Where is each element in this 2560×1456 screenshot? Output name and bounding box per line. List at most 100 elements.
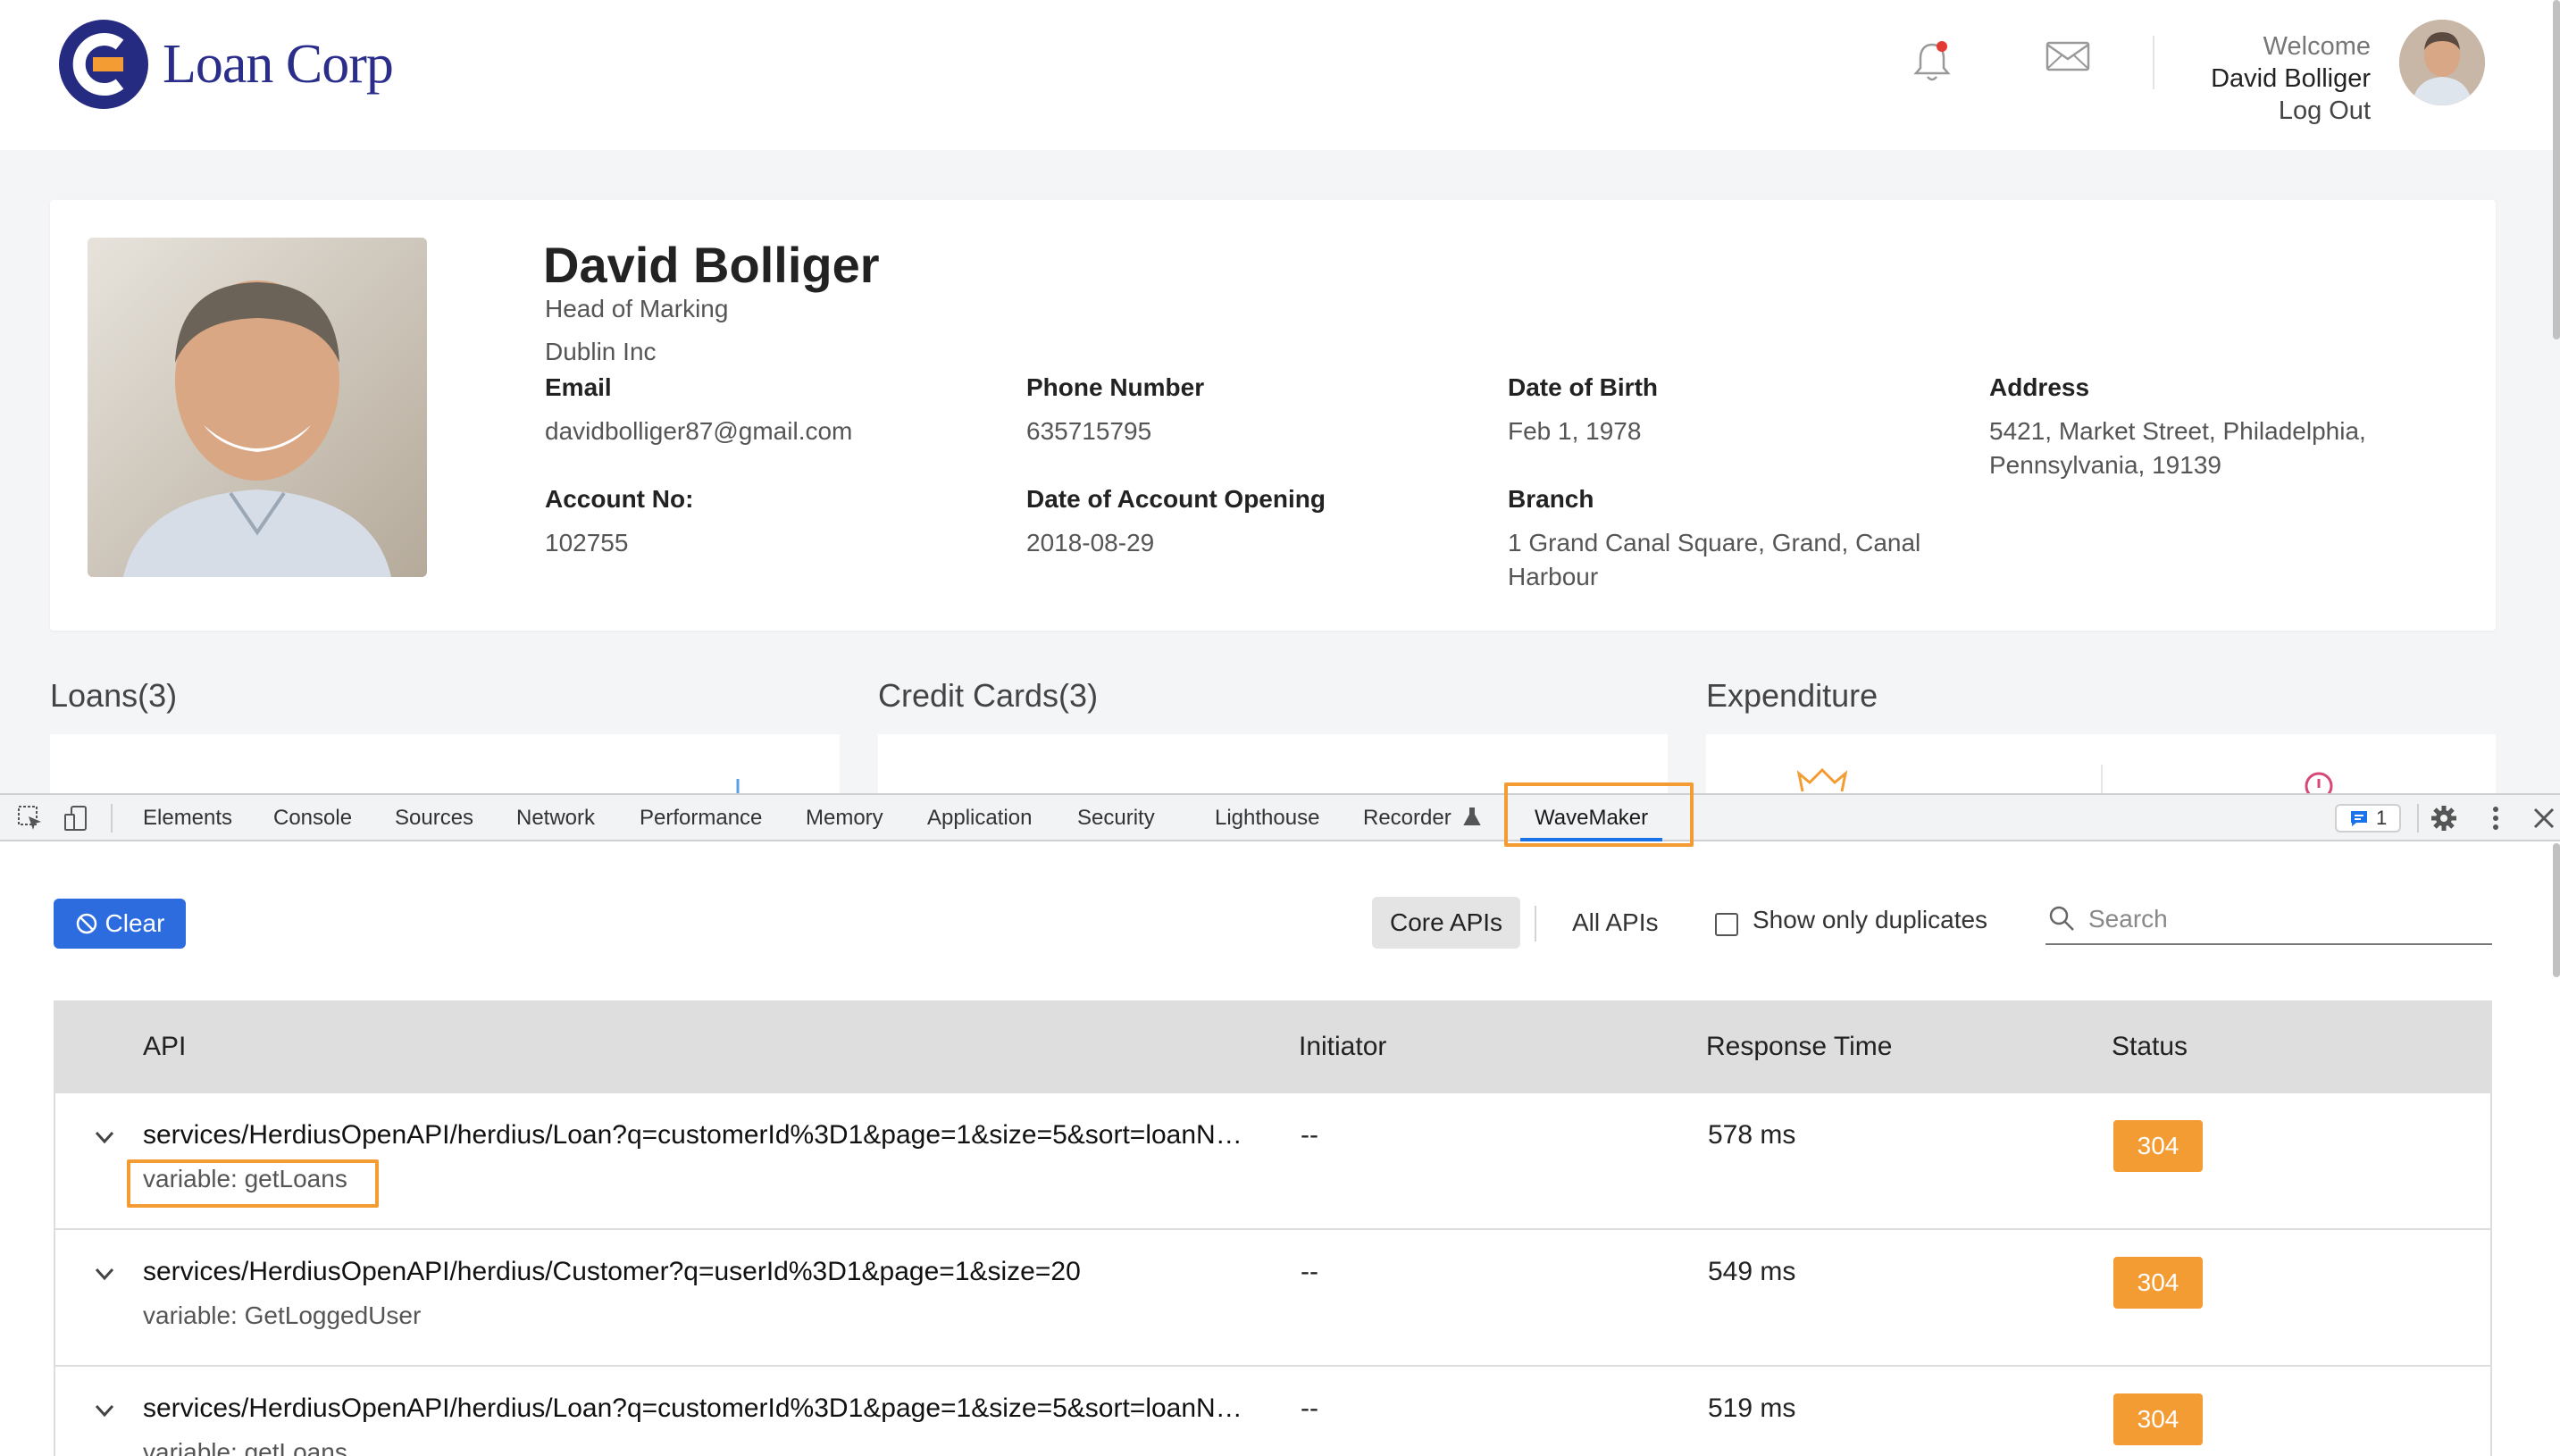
- initiator-column-header[interactable]: Initiator: [1299, 1000, 1386, 1093]
- search-input[interactable]: [2088, 899, 2481, 940]
- tab-application[interactable]: Application: [927, 795, 1032, 841]
- chevron-down-icon[interactable]: [91, 1260, 118, 1287]
- tab-performance[interactable]: Performance: [640, 795, 762, 841]
- profile-card: David Bolliger Head of Marking Dublin In…: [50, 200, 2496, 631]
- table-row[interactable]: services/HerdiusOpenAPI/herdius/Loan?q=c…: [54, 1367, 2492, 1456]
- table-row[interactable]: services/HerdiusOpenAPI/herdius/Customer…: [54, 1230, 2492, 1367]
- tab-security[interactable]: Security: [1077, 795, 1155, 841]
- email-field: Email davidbolliger87@gmail.com: [545, 373, 991, 448]
- profile-photo: [88, 238, 427, 577]
- search-icon: [2049, 906, 2074, 931]
- phone-value: 635715795: [1026, 417, 1152, 445]
- loan-chart-icon: [736, 779, 740, 793]
- tab-elements[interactable]: Elements: [143, 795, 232, 841]
- more-options-icon[interactable]: [2481, 804, 2510, 833]
- account-no-label: Account No:: [545, 485, 694, 513]
- tab-network[interactable]: Network: [516, 795, 595, 841]
- api-initiator: --: [1301, 1120, 1318, 1150]
- toolbar-separator: [2417, 804, 2419, 833]
- account-no-value: 102755: [545, 529, 629, 556]
- clear-button[interactable]: Clear: [54, 899, 186, 949]
- api-table: API Initiator Response Time Status servi…: [54, 1000, 2492, 1456]
- dob-value: Feb 1, 1978: [1508, 417, 1642, 445]
- issues-badge[interactable]: 1: [2335, 804, 2402, 833]
- tab-wavemaker[interactable]: WaveMaker: [1519, 795, 1663, 841]
- api-response-time: 549 ms: [1708, 1257, 1796, 1286]
- api-url: services/HerdiusOpenAPI/herdius/Loan?q=c…: [143, 1393, 1242, 1423]
- card-divider: [2101, 765, 2103, 793]
- expenditure-card: [1706, 734, 2496, 795]
- toolbar-separator: [111, 804, 113, 833]
- header-user-name: David Bolliger: [2211, 64, 2371, 93]
- address-label: Address: [1989, 373, 2090, 401]
- api-initiator: --: [1301, 1257, 1318, 1286]
- devtools-scrollbar[interactable]: [2553, 843, 2560, 977]
- email-value: davidbolliger87@gmail.com: [545, 417, 853, 445]
- api-response-time: 519 ms: [1708, 1393, 1796, 1423]
- api-url: services/HerdiusOpenAPI/herdius/Customer…: [143, 1257, 1081, 1286]
- status-column-header[interactable]: Status: [2112, 1000, 2188, 1093]
- mail-icon[interactable]: [2045, 39, 2090, 79]
- tab-console[interactable]: Console: [273, 795, 352, 841]
- api-initiator: --: [1301, 1393, 1318, 1423]
- loans-card: [50, 734, 840, 793]
- notification-bell-icon[interactable]: [1912, 39, 1953, 88]
- chevron-down-icon[interactable]: [91, 1397, 118, 1424]
- credit-cards-section-title: Credit Cards(3): [878, 677, 1099, 714]
- loans-section-title: Loans(3): [50, 677, 178, 714]
- devtools-panel: Elements Console Sources Network Perform…: [0, 782, 2560, 1456]
- response-time-column-header[interactable]: Response Time: [1706, 1000, 1892, 1093]
- inspect-element-icon[interactable]: [16, 804, 45, 833]
- welcome-text: Welcome: [2263, 32, 2371, 61]
- brand-logo[interactable]: Loan Corp: [57, 18, 394, 111]
- crown-icon: [1796, 767, 1848, 792]
- table-row[interactable]: services/HerdiusOpenAPI/herdius/Loan?q=c…: [54, 1093, 2492, 1230]
- api-variable: variable: getLoans: [143, 1438, 347, 1456]
- show-duplicates-checkbox[interactable]: [1715, 913, 1738, 936]
- status-badge: 304: [2113, 1257, 2203, 1309]
- logout-link[interactable]: Log Out: [2211, 95, 2371, 127]
- user-avatar[interactable]: [2399, 20, 2485, 105]
- app-header: Loan Corp Welcome David Bolliger Log Out: [0, 0, 2560, 150]
- tab-recorder[interactable]: Recorder: [1363, 795, 1482, 841]
- profile-name: David Bolliger: [543, 237, 880, 293]
- block-icon: [76, 913, 96, 934]
- device-toolbar-icon[interactable]: [63, 804, 91, 833]
- api-column-header[interactable]: API: [143, 1000, 186, 1093]
- account-no-field: Account No: 102755: [545, 485, 991, 560]
- tab-memory[interactable]: Memory: [806, 795, 883, 841]
- phone-label: Phone Number: [1026, 373, 1205, 401]
- info-icon: [2305, 772, 2333, 795]
- tab-sources[interactable]: Sources: [395, 795, 473, 841]
- devtools-tab-bar: Elements Console Sources Network Perform…: [0, 795, 2560, 841]
- toggle-divider: [1535, 906, 1536, 941]
- expenditure-section-title: Expenditure: [1706, 677, 1878, 714]
- all-apis-toggle[interactable]: All APIs: [1554, 897, 1676, 949]
- user-welcome: Welcome David Bolliger Log Out: [2211, 30, 2371, 127]
- api-response-time: 578 ms: [1708, 1120, 1796, 1150]
- page-scrollbar[interactable]: [2553, 0, 2560, 339]
- api-url: services/HerdiusOpenAPI/herdius/Loan?q=c…: [143, 1120, 1242, 1150]
- address-value: 5421, Market Street, Philadelphia, Penns…: [1989, 417, 2366, 479]
- close-devtools-icon[interactable]: [2530, 804, 2558, 833]
- credit-cards-card: [878, 734, 1668, 793]
- dob-label: Date of Birth: [1508, 373, 1658, 401]
- header-divider: [2153, 36, 2154, 89]
- search-box: [2045, 893, 2492, 945]
- issues-count: 1: [2376, 807, 2388, 829]
- show-duplicates-label[interactable]: Show only duplicates: [1753, 906, 1987, 934]
- dob-field: Date of Birth Feb 1, 1978: [1508, 373, 1954, 448]
- branch-field: Branch 1 Grand Canal Square, Grand, Cana…: [1508, 485, 1937, 594]
- status-badge: 304: [2113, 1120, 2203, 1172]
- tab-lighthouse[interactable]: Lighthouse: [1215, 795, 1319, 841]
- flask-icon: [1463, 807, 1482, 825]
- opening-date-field: Date of Account Opening 2018-08-29: [1026, 485, 1473, 560]
- message-icon: [2351, 811, 2367, 826]
- chevron-down-icon[interactable]: [91, 1124, 118, 1151]
- status-badge: 304: [2113, 1393, 2203, 1445]
- settings-gear-icon[interactable]: [2430, 804, 2458, 833]
- core-apis-toggle[interactable]: Core APIs: [1372, 897, 1521, 949]
- profile-company: Dublin Inc: [545, 338, 657, 365]
- branch-label: Branch: [1508, 485, 1594, 513]
- opening-date-label: Date of Account Opening: [1026, 485, 1326, 513]
